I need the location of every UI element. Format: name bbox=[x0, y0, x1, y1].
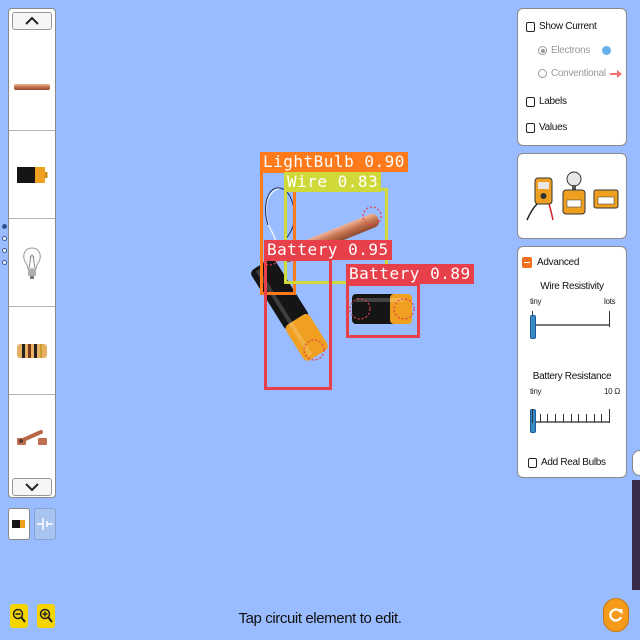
battery-resistance-max: 10 Ω bbox=[604, 387, 620, 396]
values-checkbox[interactable] bbox=[526, 122, 535, 133]
slider-tick bbox=[601, 414, 603, 422]
status-hint: Tap circuit element to edit. bbox=[238, 610, 402, 627]
labels-checkbox[interactable] bbox=[526, 96, 535, 107]
reset-button[interactable] bbox=[603, 598, 629, 632]
edge-strip bbox=[632, 480, 640, 590]
slider-tick bbox=[609, 311, 610, 327]
measurement-tools-panel bbox=[517, 153, 627, 239]
electrons-label: Electrons bbox=[551, 45, 590, 56]
labels-label: Labels bbox=[539, 96, 567, 107]
slider-tick bbox=[578, 414, 580, 422]
conventional-radio[interactable] bbox=[538, 69, 547, 78]
battery-resistance-min: tiny bbox=[530, 387, 542, 396]
detection-box-battery bbox=[264, 258, 332, 390]
offscreen-control[interactable] bbox=[632, 450, 640, 476]
detection-label: Wire 0.83 bbox=[284, 172, 382, 192]
advanced-title: Advanced bbox=[537, 257, 580, 268]
show-current-option[interactable]: Show Current bbox=[526, 21, 597, 32]
conventional-option[interactable]: Conventional bbox=[538, 68, 622, 79]
slider-thumb[interactable] bbox=[530, 409, 536, 433]
wire-resistivity-min: tiny bbox=[530, 297, 542, 306]
values-option[interactable]: Values bbox=[526, 122, 567, 133]
add-real-bulbs-label: Add Real Bulbs bbox=[541, 457, 606, 468]
slider-tick bbox=[547, 414, 549, 422]
electron-icon bbox=[602, 46, 611, 55]
electrons-radio[interactable] bbox=[538, 46, 547, 55]
detection-label: Battery 0.89 bbox=[346, 264, 474, 284]
slider-tick bbox=[609, 409, 610, 423]
battery-resistance-label: Battery Resistance bbox=[532, 371, 612, 382]
ammeter-icon[interactable] bbox=[561, 170, 587, 222]
slider-tick bbox=[562, 414, 564, 422]
wire-resistivity-label: Wire Resistivity bbox=[540, 281, 604, 292]
voltmeter-icon[interactable] bbox=[525, 170, 555, 222]
slider-tick bbox=[532, 409, 533, 423]
reset-icon bbox=[609, 608, 623, 622]
conventional-label: Conventional bbox=[551, 68, 606, 79]
detection-label: LightBulb 0.90 bbox=[260, 152, 408, 172]
show-current-checkbox[interactable] bbox=[526, 21, 535, 32]
wire-resistivity-slider[interactable] bbox=[530, 311, 610, 339]
detection-box-battery bbox=[346, 283, 420, 338]
labels-option[interactable]: Labels bbox=[526, 96, 567, 107]
electrons-option[interactable]: Electrons bbox=[538, 45, 611, 56]
slider-tick bbox=[593, 414, 595, 422]
slider-tick bbox=[539, 414, 541, 422]
slider-tick bbox=[555, 414, 557, 422]
collapse-icon bbox=[522, 257, 532, 268]
add-real-bulbs-checkbox[interactable] bbox=[528, 457, 537, 468]
advanced-toggle[interactable]: Advanced bbox=[522, 257, 579, 268]
add-real-bulbs-option[interactable]: Add Real Bulbs bbox=[528, 457, 606, 468]
zoom-in-icon bbox=[39, 608, 53, 623]
detection-label: Battery 0.95 bbox=[264, 240, 392, 260]
slider-thumb[interactable] bbox=[530, 315, 536, 339]
slider-tick bbox=[585, 414, 587, 422]
stopwatch-icon[interactable] bbox=[593, 170, 619, 222]
advanced-panel: Advanced Wire Resistivity tiny lots Batt… bbox=[517, 246, 627, 478]
wire-resistivity-max: lots bbox=[604, 297, 616, 306]
zoom-out-icon bbox=[12, 608, 26, 623]
values-label: Values bbox=[539, 122, 568, 133]
arrow-right-icon bbox=[609, 69, 622, 78]
slider-tick bbox=[570, 414, 572, 422]
zoom-out-button[interactable] bbox=[10, 604, 28, 628]
slider-track bbox=[532, 324, 610, 326]
show-current-label: Show Current bbox=[539, 21, 597, 32]
battery-resistance-slider[interactable] bbox=[530, 403, 610, 433]
view-options-panel: Show Current Electrons Conventional Labe… bbox=[517, 8, 627, 146]
zoom-in-button[interactable] bbox=[37, 604, 55, 628]
